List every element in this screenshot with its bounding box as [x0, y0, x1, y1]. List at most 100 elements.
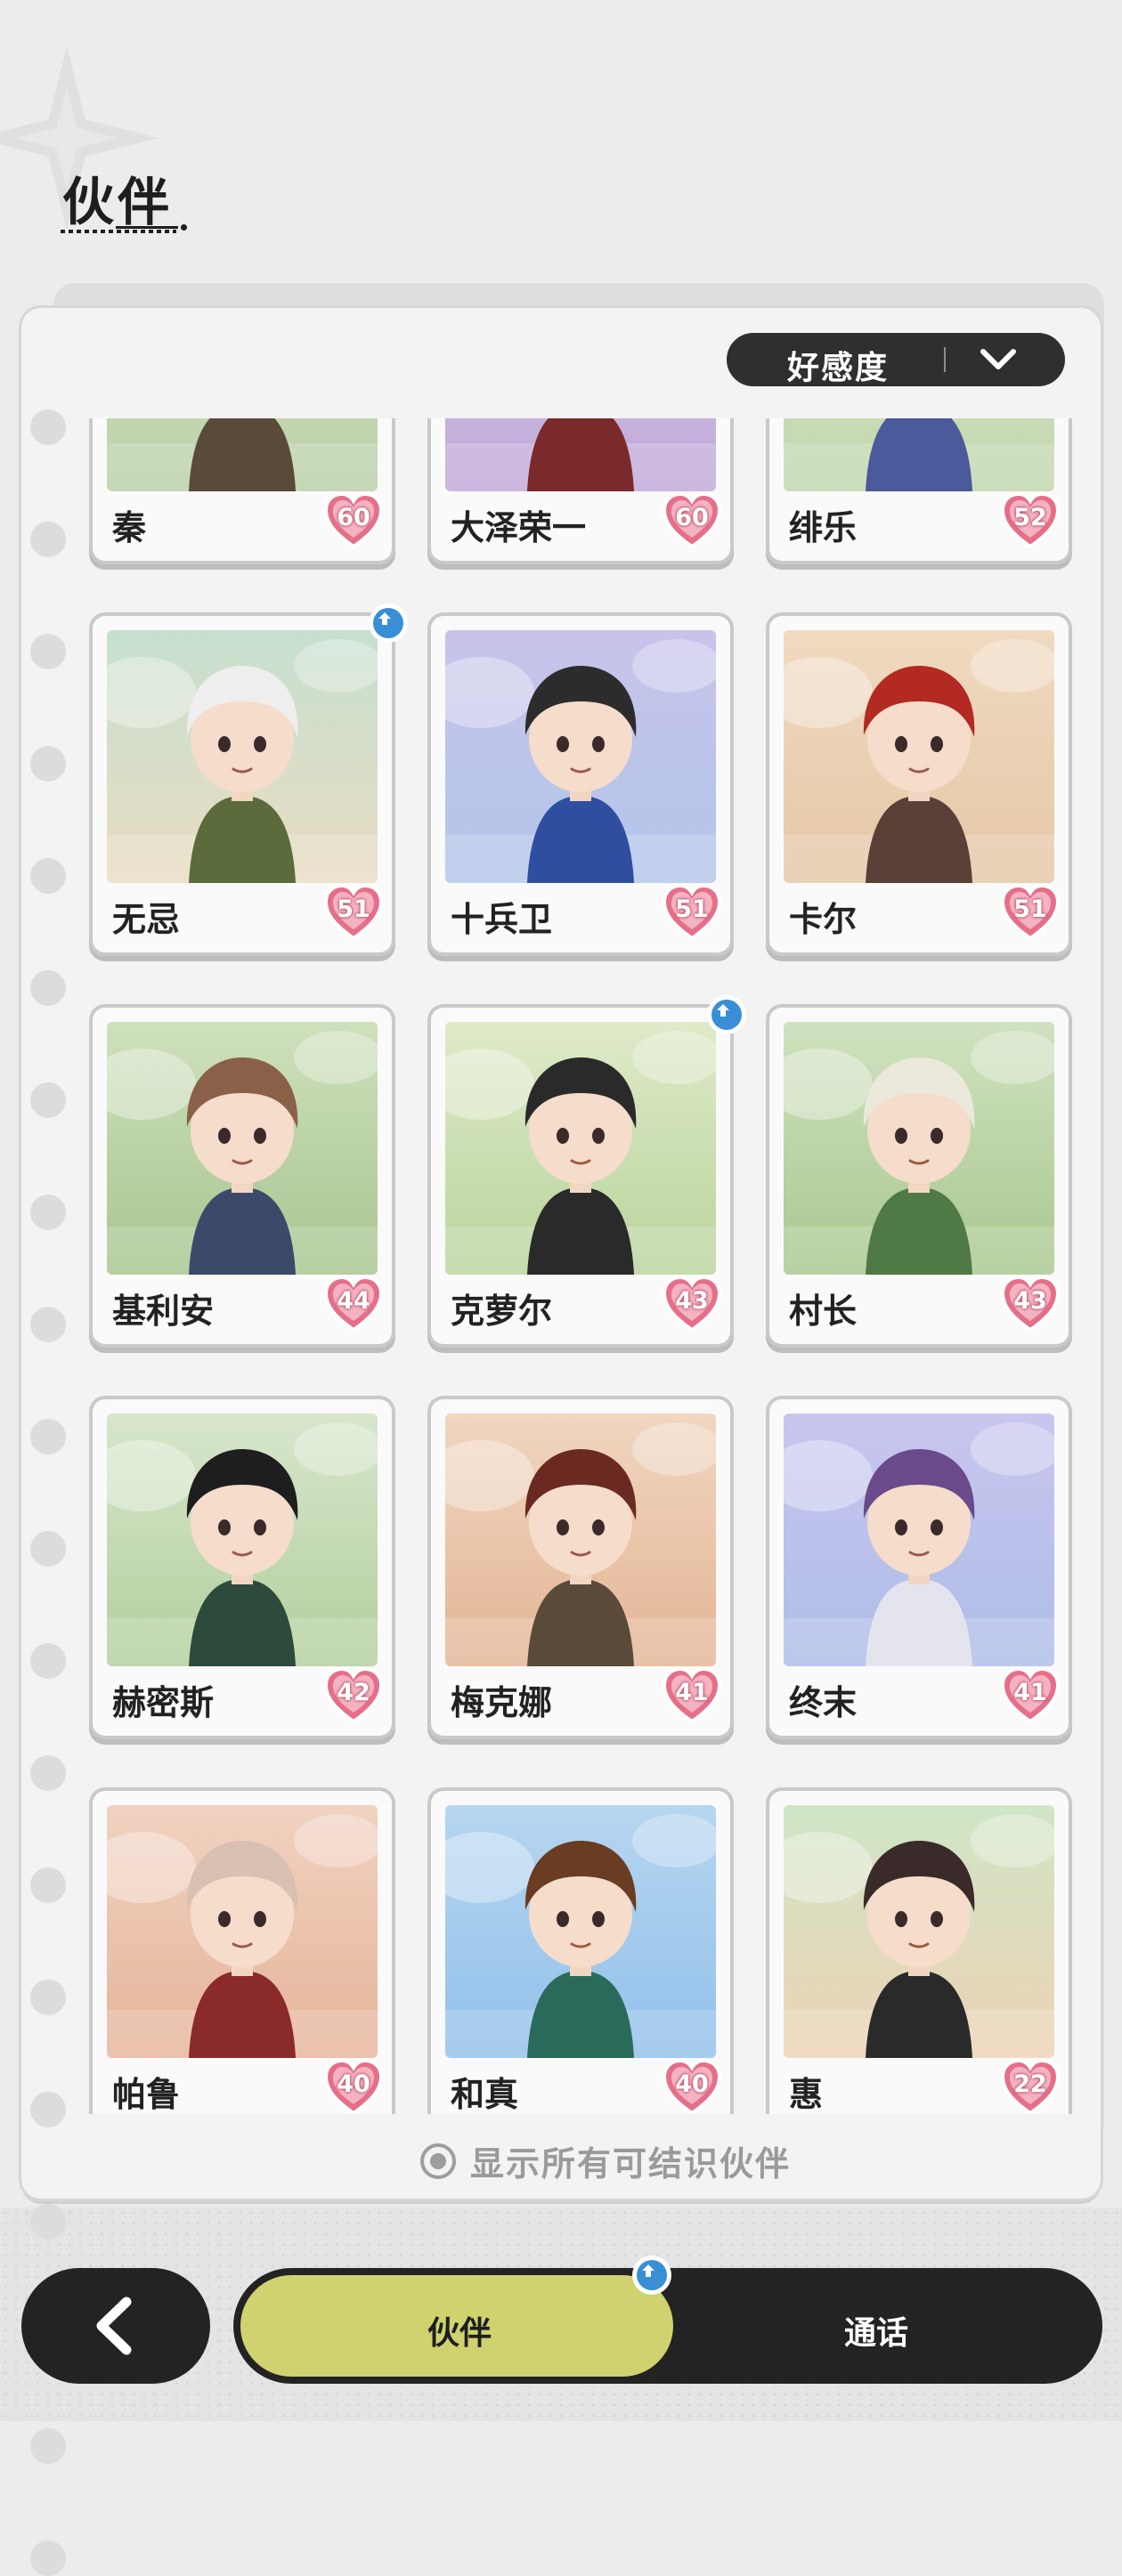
back-button[interactable] — [21, 2268, 210, 2384]
affinity-badge: 44 — [322, 1275, 385, 1333]
binder-hole — [30, 2092, 66, 2127]
affinity-value: 51 — [337, 895, 370, 923]
partner-name: 和真 — [451, 2075, 519, 2114]
partner-card[interactable]: 秦 60 — [93, 418, 392, 561]
title-underline-accent — [116, 224, 187, 231]
partner-image — [445, 418, 716, 491]
affinity-badge: 51 — [322, 883, 385, 942]
binder-hole — [30, 746, 66, 782]
partner-image — [445, 1414, 716, 1666]
partner-image — [445, 1022, 716, 1275]
affinity-value: 51 — [675, 895, 709, 923]
partner-portrait — [107, 1805, 378, 2058]
partner-card[interactable]: 卡尔 51 — [769, 616, 1069, 952]
partner-card[interactable]: 帕鲁 40 — [93, 1791, 392, 2114]
tab-partner[interactable]: 伙伴 — [240, 2275, 673, 2377]
affinity-value: 60 — [675, 504, 709, 531]
binder-hole — [30, 1755, 66, 1791]
binder-hole — [30, 1867, 66, 1903]
partner-card[interactable]: 和真 40 — [431, 1791, 730, 2114]
binder-hole — [30, 634, 66, 669]
partner-card[interactable]: 十兵卫 51 — [431, 616, 730, 952]
binder-hole — [30, 1195, 66, 1230]
radio-icon[interactable] — [420, 2143, 456, 2179]
affinity-value: 40 — [337, 2070, 370, 2098]
binder-hole — [30, 1980, 66, 2015]
partner-name: 梅克娜 — [451, 1683, 553, 1722]
partner-portrait — [445, 418, 716, 491]
binder-hole — [30, 1643, 66, 1679]
partner-image — [784, 1414, 1054, 1666]
bottom-tab-bar: 伙伴 通话 — [233, 2256, 1102, 2384]
affinity-value: 41 — [1013, 1679, 1047, 1706]
partner-image — [784, 418, 1054, 491]
upgrade-badge-icon — [369, 603, 408, 643]
affinity-badge: 41 — [661, 1666, 723, 1725]
show-all-toggle[interactable]: 显示所有可结识伙伴 — [420, 2136, 791, 2185]
partner-card[interactable]: 村长 43 — [769, 1008, 1069, 1344]
affinity-badge: 60 — [322, 491, 385, 550]
affinity-value: 42 — [337, 1679, 370, 1706]
affinity-badge: 52 — [999, 491, 1061, 550]
binder-hole — [30, 970, 66, 1006]
partner-image — [784, 1805, 1054, 2058]
partner-name: 十兵卫 — [451, 900, 553, 939]
sort-label: 好感度 — [787, 350, 890, 386]
partner-portrait — [784, 418, 1054, 491]
upgrade-badge-icon — [707, 995, 746, 1034]
partner-portrait — [445, 1022, 716, 1275]
affinity-value: 60 — [337, 504, 370, 531]
sort-dropdown[interactable]: 好感度 — [727, 333, 1065, 386]
partner-card[interactable]: 梅克娜 41 — [431, 1399, 730, 1736]
partner-portrait — [784, 1022, 1054, 1275]
partner-portrait — [445, 630, 716, 883]
affinity-value: 44 — [337, 1287, 370, 1315]
tab-call[interactable]: 通话 — [844, 2307, 908, 2353]
affinity-badge: 22 — [999, 2058, 1061, 2114]
partner-portrait — [107, 1414, 378, 1666]
partner-card[interactable]: 终末 41 — [769, 1399, 1069, 1736]
tab-partner-label: 伙伴 — [427, 2315, 492, 2352]
affinity-value: 43 — [675, 1287, 709, 1315]
partner-portrait — [784, 1805, 1054, 2058]
partner-name: 帕鲁 — [112, 2075, 181, 2114]
partner-portrait — [107, 1022, 378, 1275]
partner-card[interactable]: 大泽荣一 60 — [431, 418, 730, 561]
partner-name: 赫密斯 — [112, 1683, 215, 1722]
show-all-label: 显示所有可结识伙伴 — [470, 2144, 792, 2183]
affinity-value: 43 — [1013, 1287, 1047, 1315]
affinity-value: 40 — [675, 2070, 709, 2098]
page-title: 伙伴 — [62, 172, 174, 232]
partner-name: 基利安 — [112, 1292, 215, 1331]
binder-hole — [30, 522, 66, 557]
title-underline — [61, 230, 176, 233]
binder-hole — [30, 1419, 66, 1454]
partner-grid[interactable]: 秦 60 大泽荣一 60 绯乐 52 无忌 51 十兵卫 51 卡尔 51 基利… — [80, 418, 1095, 2114]
partner-name: 秦 — [112, 508, 147, 547]
partner-card[interactable]: 赫密斯 42 — [93, 1399, 392, 1736]
partner-card[interactable]: 绯乐 52 — [769, 418, 1069, 561]
partner-card[interactable]: 基利安 44 — [93, 1008, 392, 1344]
binder-hole — [30, 1082, 66, 1118]
upgrade-badge-icon — [632, 2256, 671, 2295]
binder-hole — [30, 2540, 66, 2576]
partner-image — [107, 1022, 378, 1275]
binder-hole — [30, 858, 66, 894]
partner-portrait — [107, 418, 378, 491]
partner-image — [107, 418, 378, 491]
partner-name: 惠 — [789, 2075, 824, 2114]
binder-hole — [30, 2204, 66, 2240]
partner-card[interactable]: 克萝尔 43 — [431, 995, 746, 1344]
back-arrow-icon — [96, 2297, 132, 2355]
affinity-badge: 60 — [661, 491, 723, 550]
partner-name: 卡尔 — [789, 900, 858, 939]
affinity-badge: 42 — [322, 1666, 385, 1725]
affinity-badge: 40 — [661, 2058, 723, 2114]
partner-name: 终末 — [789, 1683, 858, 1722]
partner-portrait — [445, 1805, 716, 2058]
affinity-badge: 43 — [661, 1275, 723, 1333]
affinity-badge: 51 — [999, 883, 1061, 942]
partner-card[interactable]: 无忌 51 — [93, 603, 408, 952]
partner-image — [784, 630, 1054, 883]
partner-card[interactable]: 惠 22 — [769, 1791, 1069, 2114]
